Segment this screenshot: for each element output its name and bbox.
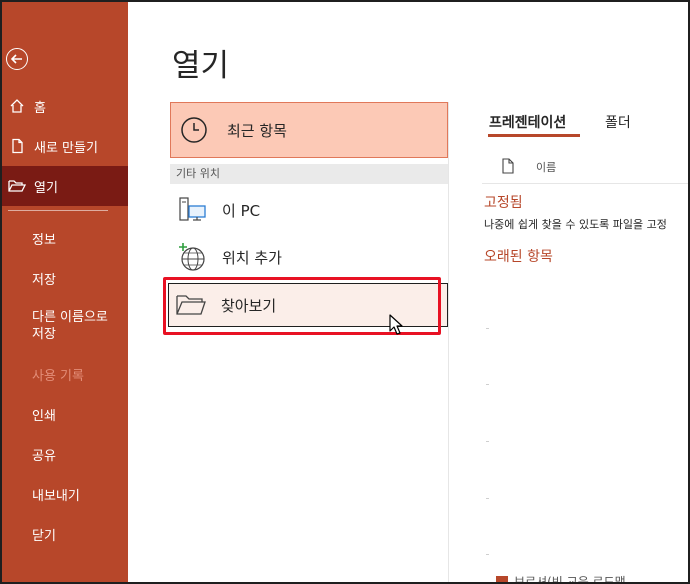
add-location-label: 위치 추가 — [222, 248, 282, 267]
recent-location[interactable]: 최근 항목 — [170, 102, 448, 158]
list-item[interactable] — [486, 554, 489, 555]
globe-add-icon — [176, 241, 208, 273]
list-item[interactable] — [486, 498, 489, 499]
list-item[interactable] — [486, 328, 489, 329]
list-item-label[interactable]: 브로셔(빈 교육 로드맵 — [514, 573, 626, 582]
older-group-header: 오래된 항목 — [484, 249, 553, 265]
browse-button[interactable]: 찾아보기 — [168, 283, 448, 327]
this-pc-label: 이 PC — [222, 201, 261, 220]
list-item[interactable] — [486, 384, 489, 385]
file-list-header: 이름 — [482, 154, 688, 184]
sidebar-divider — [8, 210, 108, 211]
sidebar-nav-bottom: 정보 저장 다른 이름으로 저장 사용 기록 인쇄 공유 내보내기 닫기 — [2, 218, 128, 554]
back-button[interactable] — [6, 48, 28, 70]
sidebar-item-new[interactable]: 새로 만들기 — [2, 126, 128, 166]
sidebar-item-print[interactable]: 인쇄 — [2, 394, 128, 434]
tab-folders[interactable]: 폴더 — [605, 112, 631, 132]
sidebar-item-history: 사용 기록 — [32, 368, 84, 384]
active-tab-indicator — [488, 134, 580, 137]
folder-icon — [175, 289, 207, 321]
sidebar-item-label: 다른 이름으로 저장 — [32, 310, 108, 342]
recent-label: 최근 항목 — [227, 121, 287, 140]
sidebar-item-label: 홈 — [34, 100, 46, 116]
clock-icon — [181, 117, 207, 143]
sidebar-item-save-as[interactable]: 다른 이름으로 저장 — [2, 298, 128, 354]
pinned-hint: 나중에 쉽게 찾을 수 있도록 파일을 고정 — [484, 218, 667, 231]
home-icon — [8, 97, 26, 115]
sidebar-item-open[interactable]: 열기 — [2, 166, 128, 206]
this-pc-location[interactable]: 이 PC — [170, 188, 448, 232]
sidebar-item-label: 새로 만들기 — [34, 140, 98, 156]
file-icon — [502, 158, 514, 174]
other-locations-header: 기타 위치 — [170, 164, 448, 184]
sidebar-item-label: 열기 — [34, 180, 58, 196]
tab-presentations[interactable]: 프레젠테이션 — [489, 112, 566, 132]
page-title: 열기 — [172, 48, 230, 84]
panel-divider — [448, 102, 449, 582]
powerpoint-file-icon — [496, 576, 508, 582]
sidebar-item-share[interactable]: 공유 — [2, 434, 128, 474]
sidebar-item-info[interactable]: 정보 — [2, 218, 128, 258]
sidebar-nav-top: 홈 새로 만들기 열기 — [2, 86, 128, 206]
sidebar-item-save[interactable]: 저장 — [2, 258, 128, 298]
backstage-sidebar: 홈 새로 만들기 열기 정보 저장 다른 이름으로 저장 사용 기록 인쇄 공유… — [2, 2, 128, 582]
pinned-group-header: 고정됨 — [484, 195, 523, 211]
sidebar-item-export[interactable]: 내보내기 — [2, 474, 128, 514]
app-window: 홈 새로 만들기 열기 정보 저장 다른 이름으로 저장 사용 기록 인쇄 공유… — [0, 0, 690, 584]
add-location[interactable]: 위치 추가 — [170, 235, 448, 279]
folder-open-icon — [8, 177, 26, 195]
name-column-header[interactable]: 이름 — [536, 159, 556, 175]
computer-icon — [176, 194, 208, 226]
arrow-left-icon — [10, 54, 22, 64]
sidebar-item-home[interactable]: 홈 — [2, 86, 128, 126]
new-file-icon — [8, 137, 26, 155]
mouse-pointer-icon — [389, 314, 403, 335]
list-item[interactable] — [486, 441, 489, 442]
browse-label: 찾아보기 — [221, 296, 277, 315]
sidebar-item-close[interactable]: 닫기 — [2, 514, 128, 554]
